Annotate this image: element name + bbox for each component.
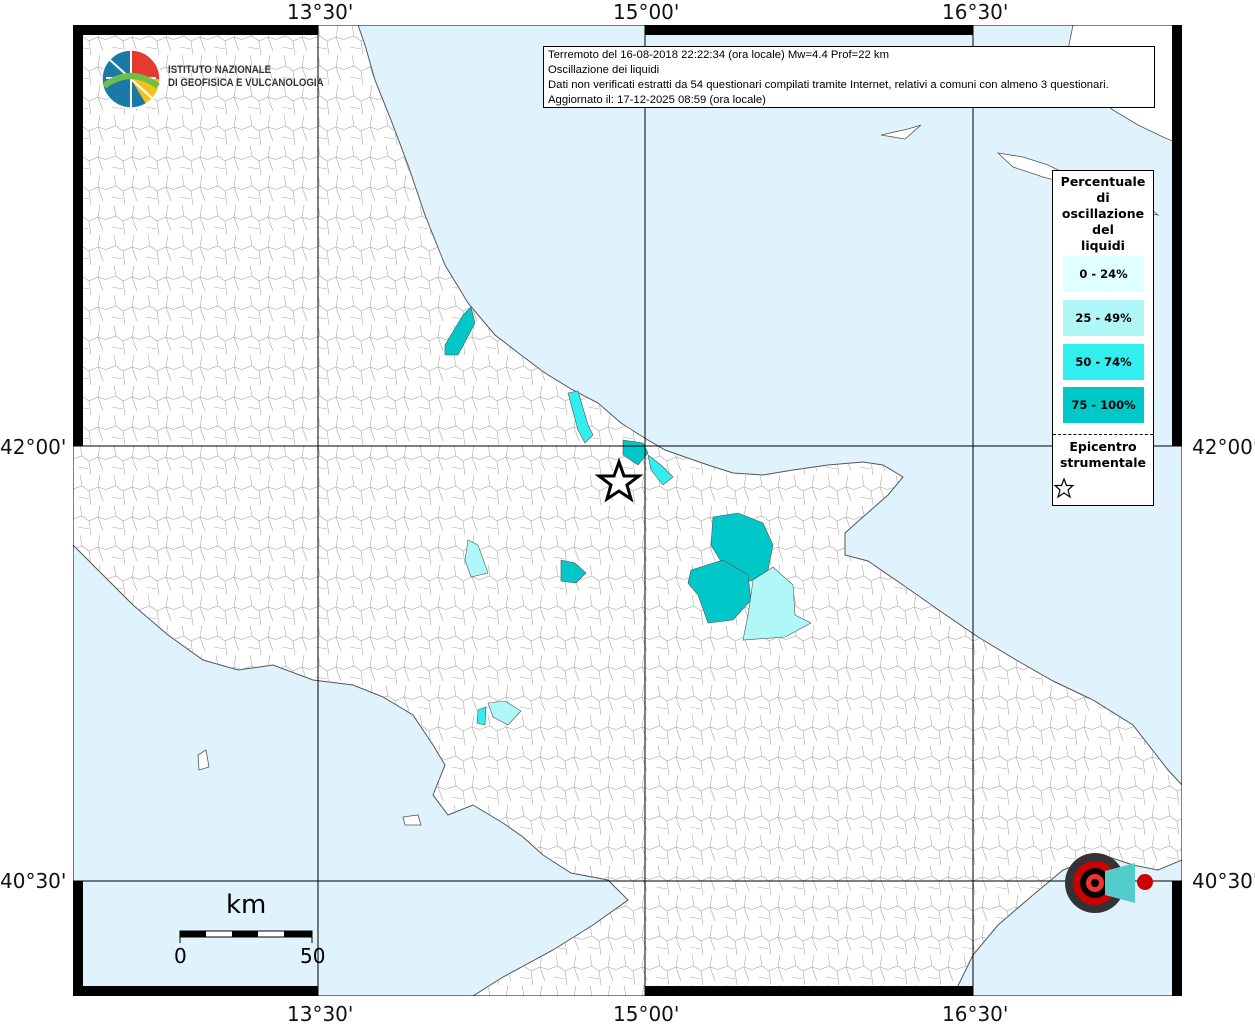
lat-label-left-2: 40°30' bbox=[0, 869, 67, 893]
event-info-box: Terremoto del 16-08-2018 22:22:34 (ora l… bbox=[543, 46, 1155, 108]
legend-title-line: del bbox=[1092, 222, 1114, 237]
event-title: Terremoto del 16-08-2018 22:22:34 (ora l… bbox=[548, 49, 889, 61]
map-frame bbox=[73, 25, 1182, 996]
legend-item-25-49: 25 - 49% bbox=[1063, 300, 1144, 336]
star-icon bbox=[1053, 477, 1075, 499]
legend-item-75-100: 75 - 100% bbox=[1063, 387, 1144, 423]
legend-epicenter: Epicentro strumentale bbox=[1053, 439, 1153, 499]
scale-unit: km bbox=[226, 890, 267, 920]
island-4 bbox=[402, 814, 422, 826]
legend-item-50-74: 50 - 74% bbox=[1063, 344, 1144, 380]
lon-label-top-1: 13°30' bbox=[287, 0, 354, 24]
scale-end: 50 bbox=[300, 944, 326, 968]
event-subtitle: Oscillazione dei liquidi bbox=[548, 64, 660, 76]
legend-epicenter-line: strumentale bbox=[1059, 455, 1147, 470]
legend: Percentuale di oscillazione del liquidi … bbox=[1052, 170, 1154, 506]
lon-label-top-2: 15°00' bbox=[613, 0, 680, 24]
map-canvas[interactable] bbox=[73, 25, 1182, 996]
lon-label-bottom-1: 13°30' bbox=[287, 1002, 354, 1026]
legend-title: Percentuale di oscillazione del liquidi bbox=[1053, 171, 1153, 254]
ingv-globe-icon bbox=[101, 49, 161, 109]
lat-label-left-1: 42°00' bbox=[0, 435, 67, 459]
lon-label-bottom-3: 16°30' bbox=[942, 1002, 1009, 1026]
ingv-logo bbox=[100, 48, 162, 110]
lon-label-top-3: 16°30' bbox=[942, 0, 1009, 24]
legend-title-line: di bbox=[1096, 190, 1110, 205]
lon-label-bottom-2: 15°00' bbox=[613, 1002, 680, 1026]
event-note: Dati non verificati estratti da 54 quest… bbox=[548, 79, 1109, 91]
legend-title-line: Percentuale bbox=[1060, 174, 1146, 189]
legend-separator bbox=[1053, 434, 1153, 435]
legend-item-0-24: 0 - 24% bbox=[1063, 256, 1144, 292]
legend-epicenter-line: Epicentro bbox=[1069, 439, 1137, 454]
lat-label-right-2: 40°30' bbox=[1192, 869, 1255, 893]
ingv-name-line2: DI GEOFISICA E VULCANOLOGIA bbox=[168, 77, 324, 89]
legend-title-line: liquidi bbox=[1081, 238, 1125, 253]
scale-start: 0 bbox=[174, 944, 187, 968]
ingv-name: ISTITUTO NAZIONALE DI GEOFISICA E VULCAN… bbox=[168, 64, 324, 90]
event-updated: Aggiornato il: 17-12-2025 08:59 (ora loc… bbox=[548, 94, 766, 106]
lat-label-right-1: 42°00' bbox=[1192, 435, 1255, 459]
legend-title-line: oscillazione bbox=[1061, 206, 1145, 221]
comune-50-74-c[interactable] bbox=[476, 706, 487, 726]
ingv-name-line1: ISTITUTO NAZIONALE bbox=[168, 64, 272, 76]
